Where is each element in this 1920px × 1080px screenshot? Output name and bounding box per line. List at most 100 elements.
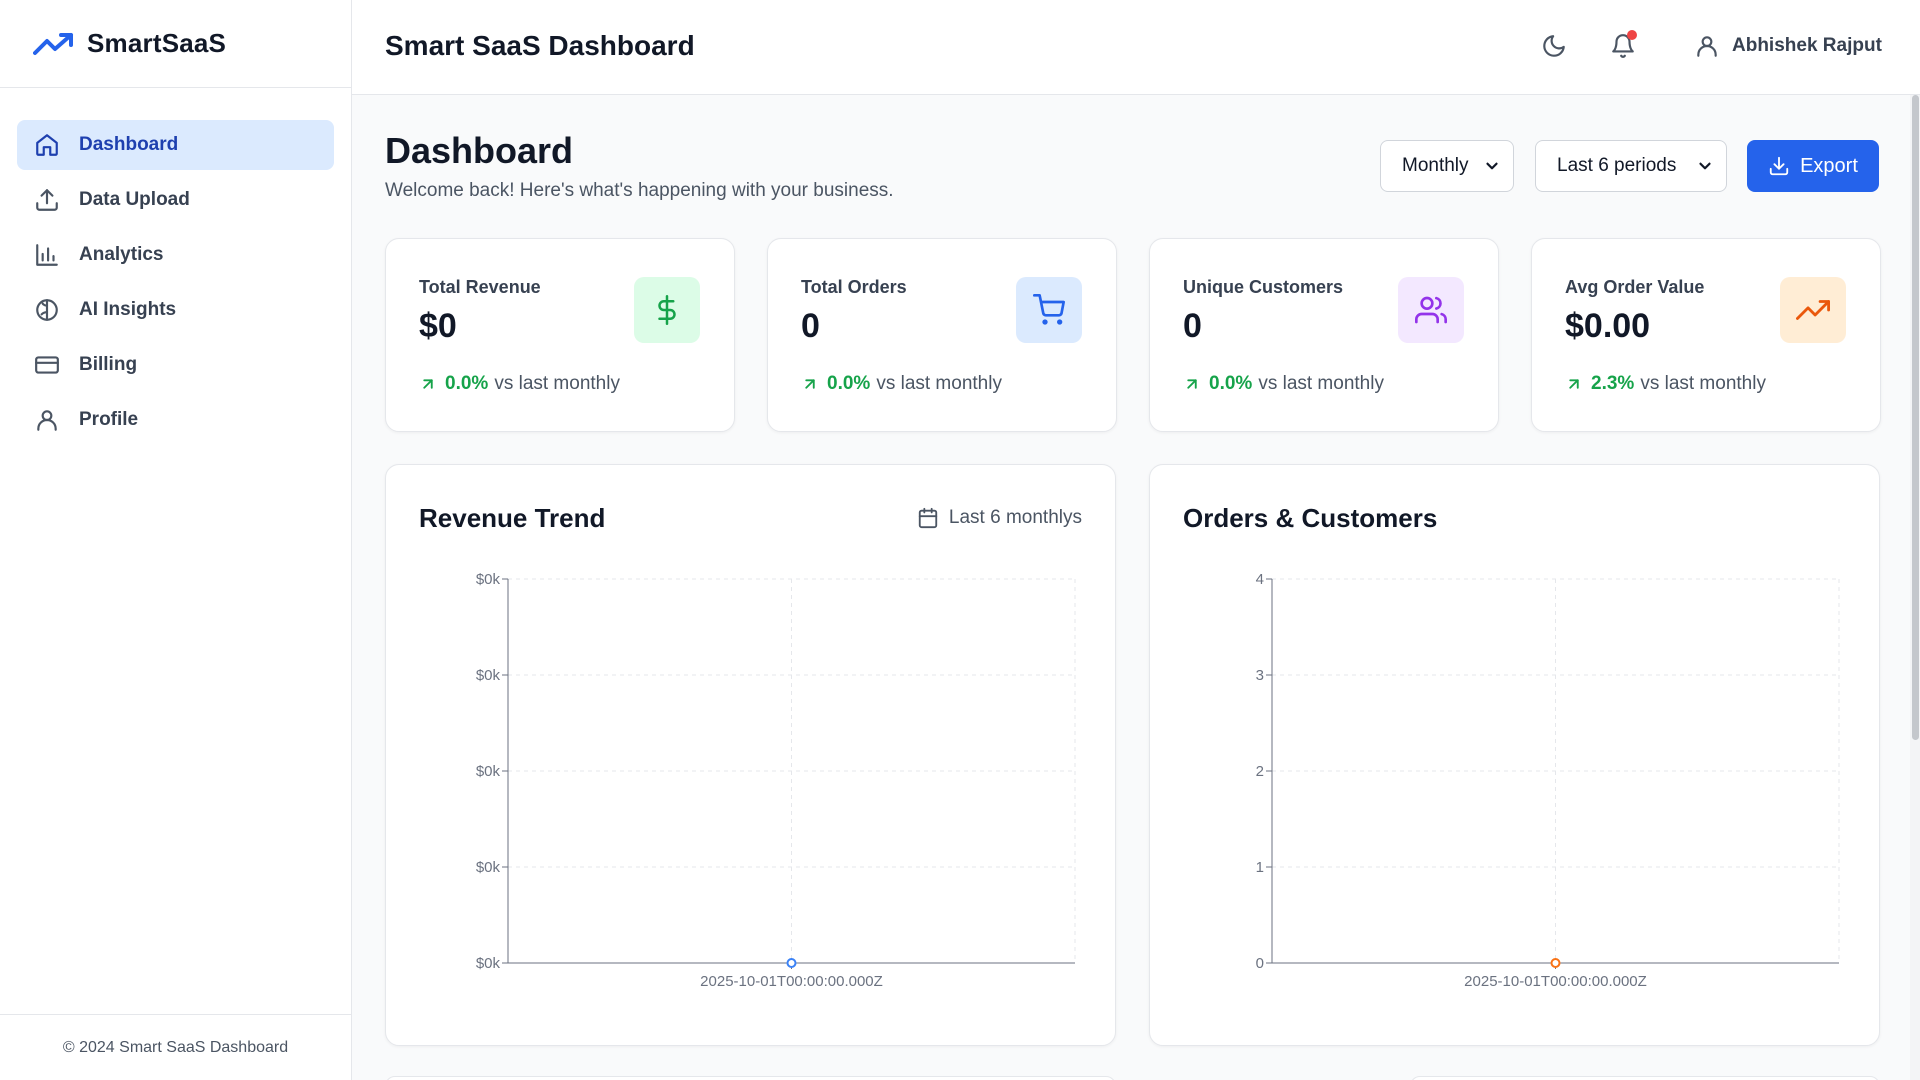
- stat-value: $0.00: [1565, 307, 1651, 345]
- sidebar-item-label: Dashboard: [79, 134, 179, 155]
- stat-change-text: vs last monthly: [494, 373, 620, 394]
- bar-chart-icon: [34, 242, 60, 268]
- dollar-icon: [658, 295, 676, 325]
- stat-change-text: vs last monthly: [1640, 373, 1766, 394]
- orders-customers-chart: 0 1 2 3 4 2025-10-01T00:00:00.000Z: [1256, 571, 1840, 990]
- sidebar-footer: © 2024 Smart SaaS Dashboard: [0, 1014, 351, 1080]
- stat-trend: 0.0% vs last monthly: [1183, 373, 1384, 395]
- revenue-trend-card: Revenue Trend Last 6 monthlys $0k $0k $0k $…: [385, 464, 1116, 1046]
- frequency-select-value: Monthly: [1402, 155, 1469, 176]
- theme-toggle-button[interactable]: [1538, 30, 1570, 62]
- stat-trend: 0.0% vs last monthly: [419, 373, 620, 395]
- notifications-button[interactable]: [1607, 30, 1639, 62]
- data-point: [786, 958, 797, 968]
- upload-icon: [34, 187, 60, 213]
- next-card-peek: [385, 1076, 1116, 1080]
- sidebar-item-label: Analytics: [79, 244, 164, 265]
- sidebar-item-label: AI Insights: [79, 299, 177, 320]
- stat-card-avg-order-value: Avg Order Value $0.00 2.3% vs last month…: [1531, 238, 1881, 432]
- stat-value: $0: [419, 307, 457, 345]
- brand[interactable]: SmartSaaS: [0, 0, 351, 88]
- users-icon: [1415, 296, 1447, 324]
- top-header: Smart SaaS Dashboard Abhishek Rajput: [352, 0, 1920, 95]
- stat-trend: 0.0% vs last monthly: [801, 373, 1002, 395]
- sidebar-item-label: Billing: [79, 354, 138, 375]
- cart-icon: [1033, 294, 1065, 325]
- export-button[interactable]: Export: [1747, 140, 1879, 192]
- brain-icon: [34, 297, 60, 323]
- home-icon: [34, 132, 60, 158]
- y-tick-label: 1: [1256, 859, 1264, 876]
- arrow-up-right-icon: [1569, 379, 1579, 389]
- sidebar-nav: Dashboard Data Upload Analytics AI Insig…: [0, 88, 351, 445]
- stat-change-text: vs last monthly: [876, 373, 1002, 394]
- stat-card-unique-customers: Unique Customers 0 0.0% vs last monthly: [1149, 238, 1499, 432]
- stat-label: Avg Order Value: [1565, 277, 1705, 297]
- frequency-select[interactable]: Monthly: [1380, 140, 1514, 192]
- stat-value: 0: [1183, 307, 1202, 345]
- user-name: Abhishek Rajput: [1732, 35, 1882, 56]
- orders-customers-card: Orders & Customers 0 1 2 3 4 2025-10-01T00:00…: [1149, 464, 1880, 1046]
- user-menu[interactable]: Abhishek Rajput: [1694, 30, 1882, 62]
- stat-card-total-orders: Total Orders 0 0.0% vs last monthly: [767, 238, 1117, 432]
- download-icon: [1769, 156, 1789, 176]
- stat-change: 0.0%: [827, 373, 871, 394]
- scrollbar-thumb[interactable]: [1912, 95, 1919, 740]
- sidebar-item-label: Profile: [79, 409, 139, 430]
- y-tick-label: $0k: [476, 571, 501, 588]
- trending-up-icon: [1796, 300, 1830, 320]
- stat-badge: [1398, 277, 1464, 343]
- export-label: Export: [1800, 154, 1858, 177]
- stat-badge: [634, 277, 700, 343]
- page-subtitle: Welcome back! Here's what's happening wi…: [385, 180, 894, 201]
- revenue-trend-chart: $0k $0k $0k $0k $0k 2025-10-01T00:00:00.000Z: [476, 571, 1076, 990]
- stat-label: Total Orders: [801, 277, 907, 297]
- brand-name: SmartSaaS: [87, 28, 227, 58]
- y-tick-label: $0k: [476, 859, 501, 876]
- y-tick-label: $0k: [476, 763, 501, 780]
- stat-trend: 2.3% vs last monthly: [1565, 373, 1766, 395]
- stat-value: 0: [801, 307, 820, 345]
- trending-up-logo-icon: [33, 32, 73, 55]
- header-title: Smart SaaS Dashboard: [385, 30, 695, 61]
- stat-change: 2.3%: [1591, 373, 1635, 394]
- range-select-value: Last 6 periods: [1557, 155, 1677, 176]
- stat-badge: [1016, 277, 1082, 343]
- user-icon: [34, 407, 60, 433]
- stat-change: 0.0%: [1209, 373, 1253, 394]
- moon-icon: [1543, 35, 1565, 57]
- notification-dot: [1627, 30, 1637, 40]
- arrow-up-right-icon: [423, 379, 433, 389]
- y-tick-label: 3: [1256, 667, 1264, 684]
- arrow-up-right-icon: [805, 379, 815, 389]
- sidebar-item-data-upload[interactable]: Data Upload: [17, 175, 334, 225]
- sidebar-item-billing[interactable]: Billing: [17, 340, 334, 390]
- stat-change: 0.0%: [445, 373, 489, 394]
- y-tick-label: $0k: [476, 955, 501, 972]
- sidebar-item-ai-insights[interactable]: AI Insights: [17, 285, 334, 335]
- user-icon: [1697, 36, 1717, 57]
- sidebar: SmartSaaS Dashboard Data Upload Analytic…: [0, 0, 352, 1080]
- stat-label: Unique Customers: [1183, 277, 1344, 297]
- sidebar-item-profile[interactable]: Profile: [17, 395, 334, 445]
- x-tick-label: 2025-10-01T00:00:00.000Z: [700, 973, 883, 990]
- credit-card-icon: [34, 352, 60, 378]
- stat-change-text: vs last monthly: [1258, 373, 1384, 394]
- stat-badge: [1780, 277, 1846, 343]
- y-tick-label: $0k: [476, 667, 501, 684]
- stat-card-total-revenue: Total Revenue $0 0.0% vs last monthly: [385, 238, 735, 432]
- stat-label: Total Revenue: [419, 277, 541, 297]
- arrow-up-right-icon: [1187, 379, 1197, 389]
- range-select[interactable]: Last 6 periods: [1535, 140, 1727, 192]
- next-card-peek: [1410, 1076, 1880, 1080]
- data-point: [1550, 958, 1561, 968]
- y-tick-label: 0: [1256, 955, 1264, 972]
- sidebar-item-dashboard[interactable]: Dashboard: [17, 120, 334, 170]
- x-tick-label: 2025-10-01T00:00:00.000Z: [1464, 973, 1647, 990]
- sidebar-item-label: Data Upload: [79, 189, 190, 210]
- page-title: Dashboard: [385, 130, 574, 171]
- sidebar-item-analytics[interactable]: Analytics: [17, 230, 334, 280]
- chevron-down-icon: [1699, 162, 1711, 170]
- chevron-down-icon: [1486, 162, 1498, 170]
- y-tick-label: 4: [1256, 571, 1264, 588]
